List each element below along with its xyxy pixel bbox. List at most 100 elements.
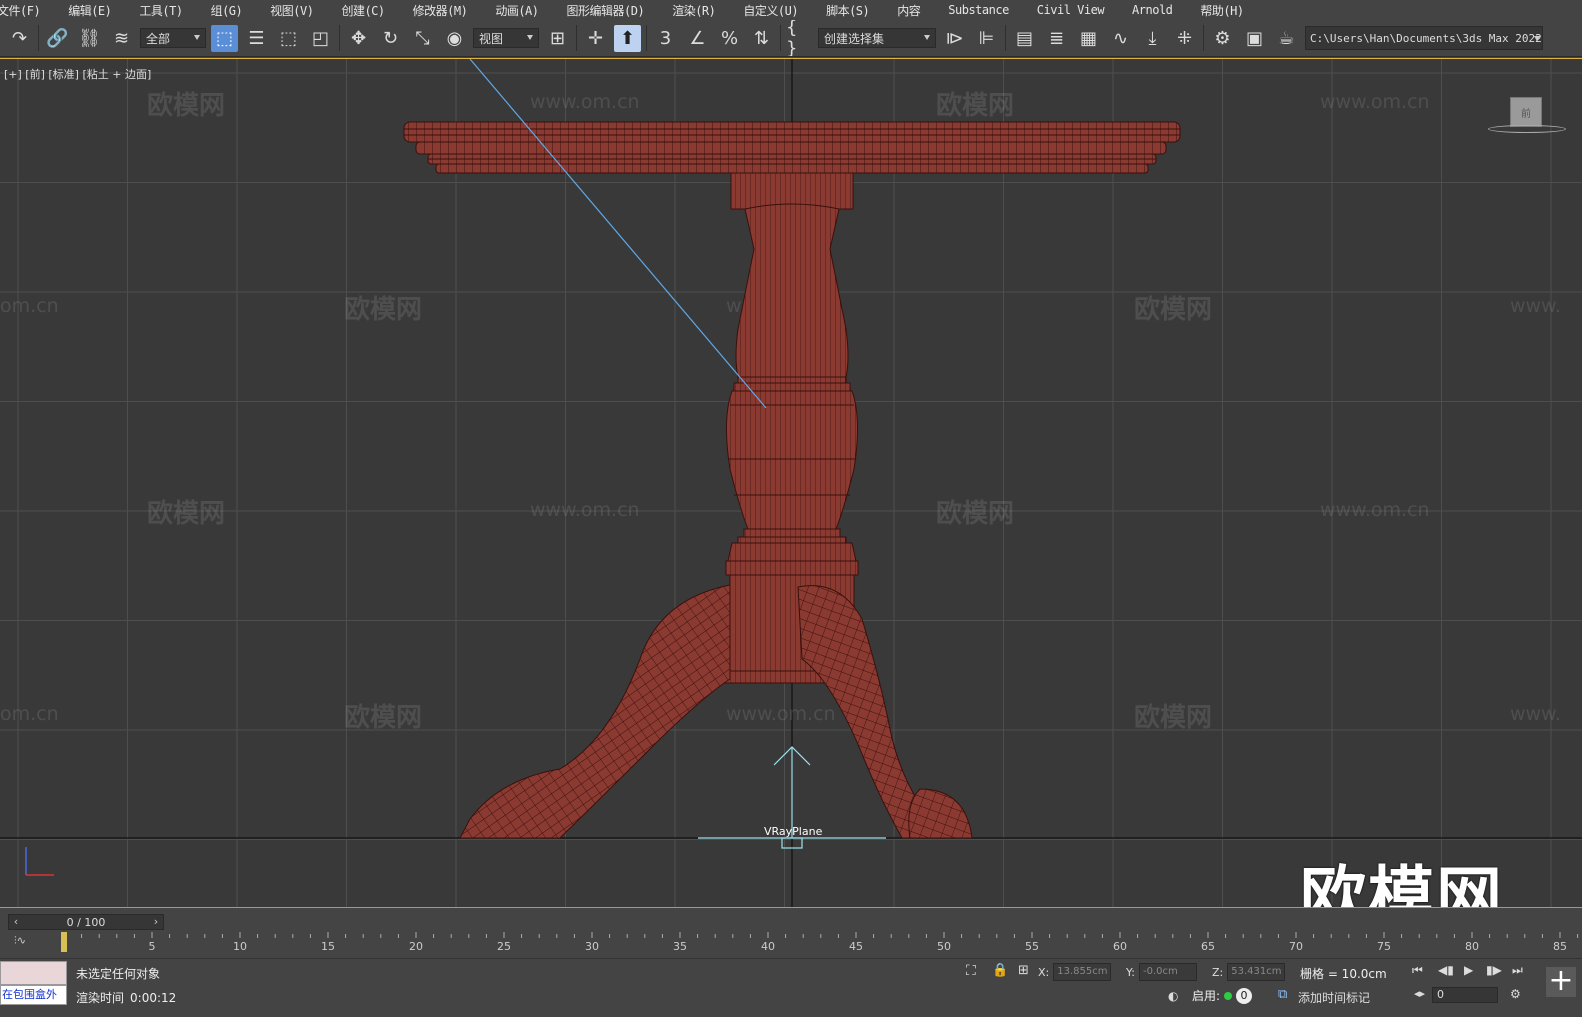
material-editor-icon[interactable]: ⁜: [1171, 25, 1198, 52]
move-icon[interactable]: ✥: [345, 25, 372, 52]
toggle-ribbon-icon[interactable]: ▦: [1075, 25, 1102, 52]
ruler-tick-label: 30: [585, 940, 599, 953]
track-bar-ruler[interactable]: 0510152025303540455055606570758085: [54, 932, 1582, 954]
menu-item[interactable]: 图形编辑器(D): [553, 2, 659, 19]
maxscript-listener-input[interactable]: [0, 961, 67, 985]
viewport-label[interactable]: [+] [前] [标准] [粘土 + 边面]: [4, 66, 151, 82]
align-icon[interactable]: ⊫: [973, 25, 1000, 52]
keyboard-shortcut-override-icon[interactable]: ⬆: [614, 24, 641, 52]
rotate-icon[interactable]: ↻: [377, 25, 404, 52]
window-crossing-icon[interactable]: ◰: [307, 25, 334, 52]
time-configuration-icon[interactable]: ⚙: [1510, 987, 1521, 1001]
unlink-icon[interactable]: ⛓: [76, 25, 103, 52]
next-frame-icon[interactable]: ▮▶: [1486, 963, 1502, 977]
maxscript-output[interactable]: 在包围盒外: [0, 985, 67, 1005]
menu-item[interactable]: 内容: [883, 2, 934, 19]
layer-explorer-icon[interactable]: ≣: [1043, 25, 1070, 52]
select-by-name-icon[interactable]: ☰: [243, 25, 270, 52]
mirror-icon[interactable]: ⧐: [941, 25, 968, 52]
x-field[interactable]: 13.855cm: [1053, 963, 1112, 981]
menu-item[interactable]: 渲染(R): [658, 2, 729, 19]
reference-coordinate-dropdown[interactable]: 视图: [473, 28, 539, 48]
enable-counter: 0: [1236, 987, 1253, 1004]
angle-snap-icon[interactable]: ∠: [684, 25, 711, 52]
pivot-center-icon[interactable]: ⊞: [544, 25, 571, 52]
menu-item[interactable]: 动画(A): [481, 2, 552, 19]
place-icon[interactable]: ◉: [441, 25, 468, 52]
adaptive-degradation-icon[interactable]: ◐: [1168, 989, 1178, 1003]
scene-explorer-icon[interactable]: ▤: [1011, 25, 1038, 52]
ruler-tick-label: 15: [321, 940, 335, 953]
menu-item[interactable]: 自定义(U): [729, 2, 812, 19]
menu-item[interactable]: 组(G): [197, 2, 257, 19]
menu-item[interactable]: Arnold: [1118, 3, 1186, 17]
time-slider[interactable]: ‹ 0 / 100 ›: [8, 914, 164, 930]
current-frame-marker[interactable]: [61, 932, 67, 952]
mini-curve-editor-icon[interactable]: ⫶∿: [14, 934, 44, 952]
scale-icon[interactable]: ⤡: [409, 25, 436, 52]
add-time-tag-button[interactable]: 添加时间标记: [1298, 989, 1370, 1006]
table-top: [403, 121, 1181, 174]
time-slider-next-icon[interactable]: ›: [149, 915, 163, 929]
snaps-toggle-icon[interactable]: 3: [652, 25, 679, 52]
schematic-view-icon[interactable]: ⤓: [1139, 25, 1166, 52]
link-icon[interactable]: 🔗: [44, 25, 71, 52]
select-object-icon[interactable]: ⬚: [211, 24, 238, 52]
brand-watermark: 欧模网: [1300, 859, 1504, 908]
redo-icon[interactable]: ↷: [6, 25, 33, 52]
render-time-status: 渲染时间 0:00:12: [76, 991, 177, 1005]
bind-spacewarp-icon[interactable]: ≋: [108, 25, 135, 52]
ruler-tick-label: 20: [409, 940, 423, 953]
front-viewport[interactable]: 欧模网www.om.cn欧模网www.om.cnom.cn欧模网www.om.c…: [0, 58, 1582, 908]
key-mode-icon[interactable]: ◂▸: [1414, 987, 1425, 1000]
menu-item[interactable]: 帮助(H): [1186, 2, 1257, 19]
rectangular-selection-icon[interactable]: ⬚: [275, 25, 302, 52]
add-viewport-icon[interactable]: +: [1546, 966, 1576, 997]
project-path-field[interactable]: C:\Users\Han\Documents\3ds Max 2022: [1305, 26, 1543, 50]
go-to-start-icon[interactable]: ⏮: [1412, 963, 1423, 978]
ruler-tick-label: 50: [937, 940, 951, 953]
current-frame-field[interactable]: 0: [1432, 987, 1498, 1003]
time-slider-prev-icon[interactable]: ‹: [9, 915, 23, 929]
play-icon[interactable]: ▶: [1464, 963, 1473, 977]
ruler-tick-label: 85: [1553, 940, 1567, 953]
isolate-selection-icon[interactable]: ⛶: [966, 963, 976, 979]
render-setup-icon[interactable]: ⚙: [1209, 25, 1236, 52]
grid-size-readout: 栅格 = 10.0cm: [1300, 967, 1387, 981]
viewcube-ring[interactable]: [1488, 125, 1566, 133]
main-toolbar: ↷ 🔗 ⛓ ≋ 全部 ⬚ ☰ ⬚ ◰ ✥ ↻ ⤡ ◉ 视图 ⊞ ✛ ⬆ 3 ∠ …: [0, 20, 1582, 57]
menu-item[interactable]: 脚本(S): [812, 2, 883, 19]
select-manipulate-icon[interactable]: ✛: [582, 25, 609, 52]
ruler-tick-label: 45: [849, 940, 863, 953]
menu-item[interactable]: Civil View: [1023, 3, 1118, 17]
lock-selection-icon[interactable]: 🔒: [992, 963, 1008, 978]
table-model[interactable]: [0, 59, 1582, 908]
z-field[interactable]: 53.431cm: [1227, 963, 1286, 981]
enable-toggle[interactable]: 启用: 0: [1192, 987, 1253, 1004]
named-selection-dropdown[interactable]: 创建选择集: [818, 28, 936, 48]
percent-snap-icon[interactable]: %: [716, 25, 743, 52]
selection-filter-dropdown[interactable]: 全部: [140, 28, 206, 48]
menu-item[interactable]: 视图(V): [256, 2, 327, 19]
edit-named-selection-icon[interactable]: { }: [786, 20, 813, 56]
time-tag-icon[interactable]: ⧉: [1278, 987, 1287, 1002]
go-to-end-icon[interactable]: ⏭: [1512, 963, 1523, 978]
rendered-frame-window-icon[interactable]: ▣: [1241, 25, 1268, 52]
render-production-icon[interactable]: ☕: [1273, 25, 1300, 52]
y-field[interactable]: -0.0cm: [1138, 963, 1197, 981]
menu-bar: 文件(F) 编辑(E) 工具(T) 组(G) 视图(V) 创建(C) 修改器(M) 动画(A)…: [0, 0, 1582, 20]
menu-item[interactable]: 文件(F): [0, 2, 54, 19]
menu-item[interactable]: Substance: [934, 3, 1023, 17]
menu-item[interactable]: 编辑(E): [54, 2, 125, 19]
spinner-snap-icon[interactable]: ⇅: [748, 25, 775, 52]
menu-item[interactable]: 工具(T): [125, 2, 196, 19]
menu-item[interactable]: 修改器(M): [399, 2, 482, 19]
ruler-tick-label: 65: [1201, 940, 1215, 953]
curve-editor-icon[interactable]: ∿: [1107, 25, 1134, 52]
absolute-mode-icon[interactable]: ⊞: [1018, 963, 1029, 978]
previous-frame-icon[interactable]: ◀▮: [1438, 963, 1454, 977]
menu-item[interactable]: 创建(C): [327, 2, 398, 19]
enable-status-icon: [1224, 991, 1233, 1000]
axis-tripod-icon: [25, 847, 54, 876]
viewcube[interactable]: 前: [1510, 97, 1542, 127]
